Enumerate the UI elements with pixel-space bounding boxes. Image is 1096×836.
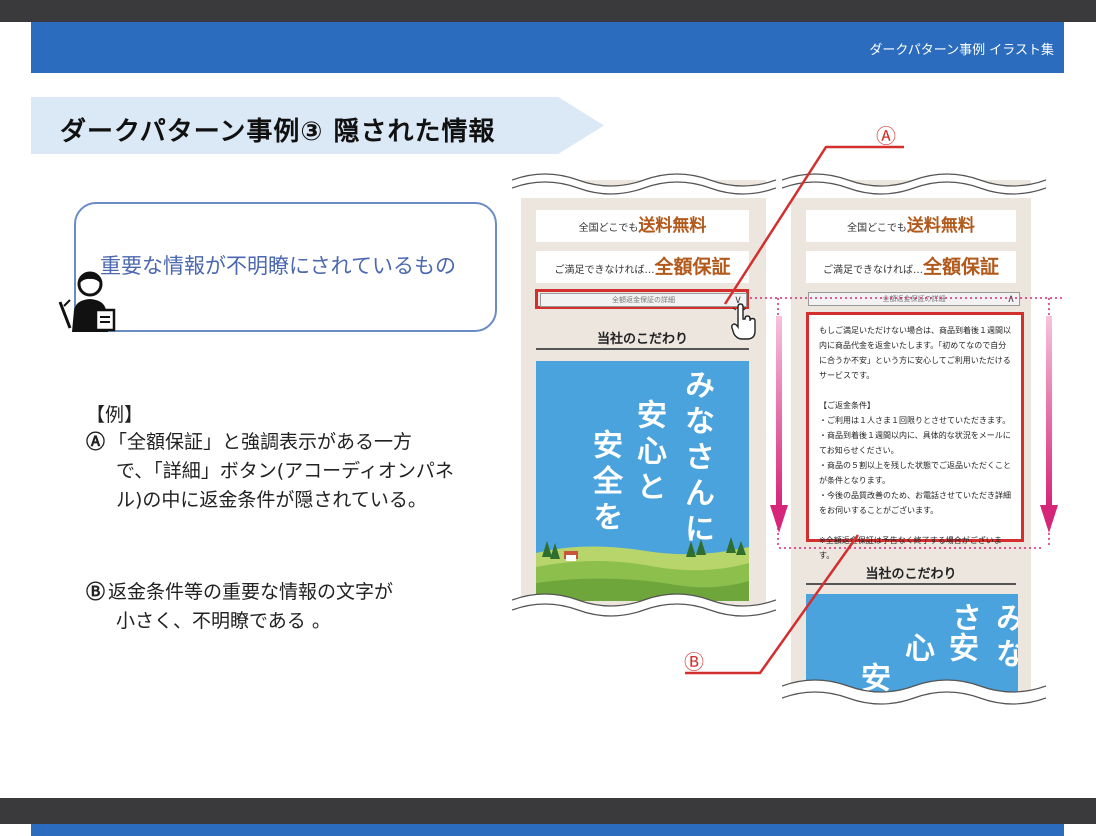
top-bar (0, 0, 1096, 22)
panel-line: に合うか不安」という方に安心してご利用いただける (819, 356, 1011, 365)
wave-top-left (512, 173, 776, 198)
guarantee-prefix: ご満足できなければ… (822, 265, 923, 276)
guarantee-banner: ご満足できなければ…全額保証 (536, 251, 749, 283)
accordion-toggle-left[interactable]: 全額返金保証の詳細 ∨ (540, 293, 747, 307)
person-icon (58, 271, 116, 332)
free-shipping-prefix: 全国どこでも (578, 223, 639, 234)
footer-blue-bar (31, 824, 1064, 836)
panel-line: サービスです。 (819, 371, 875, 380)
section-title-right: 当社のこだわり (806, 563, 1016, 585)
free-shipping-text: 送料無料 (638, 216, 707, 236)
example-item-b: Ⓑ 返金条件等の重要な情報の文字が 小さく、不明瞭である 。 (86, 578, 476, 636)
illustration-left: みなさんに 安心と 安全を (536, 361, 749, 601)
accordion-panel-highlight-b: もしご満足いただけない場合は、商品到着後１週間以 内に商品代金を返金いたします。「… (806, 312, 1024, 560)
panel-line: が条件となります。 (819, 476, 890, 485)
guarantee-prefix: ご満足できなければ… (554, 265, 655, 276)
header-label: ダークパターン事例 イラスト集 (869, 43, 1054, 58)
free-shipping-prefix: 全国どこでも (847, 223, 907, 234)
example-item-a: Ⓐ 「全額保証」と強調表示がある一方 で、「詳細」ボタン(アコーディオンパネル)の… (86, 428, 476, 515)
guarantee-text: 全額保証 (922, 256, 999, 278)
item-b-first-line: 返金条件等の重要な情報の文字が (108, 581, 394, 603)
wave-bottom-right (782, 679, 1046, 712)
wave-bottom-left (512, 593, 776, 624)
panel-line: ・ご利用は１人さま１回限りとさせていただきます。 (819, 416, 1011, 425)
free-shipping-text: 送料無料 (906, 216, 975, 236)
accordion-toggle-right[interactable]: 全額返金保証の詳細 ∧ (808, 292, 1020, 306)
accordion-label: 全額返金保証の詳細 (882, 295, 946, 303)
panel-line: ※全額返金保証は予告なく終了する場合がございます。 (819, 536, 1002, 560)
panel-line: をお伺いすることがございます。 (819, 506, 939, 515)
panel-line: 内に商品代金を返金いたします。「初めてなので自分 (819, 341, 1007, 350)
section-title-left: 当社のこだわり (536, 328, 749, 350)
accordion-panel-text: もしご満足いただけない場合は、商品到着後１週間以 内に商品代金を返金いたします。「… (819, 323, 1013, 563)
illust-text-col3: 安全を (587, 429, 622, 537)
guarantee-text: 全額保証 (654, 256, 731, 278)
accordion-label: 全額返金保証の詳細 (612, 296, 675, 304)
panel-line (819, 383, 1013, 398)
label-b: Ⓑ (684, 650, 704, 674)
panel-line: てお知らせください。 (819, 446, 899, 455)
item-b-text: 小さく、不明瞭である 。 (116, 610, 331, 632)
marker-b: Ⓑ (86, 581, 106, 603)
wave-top-right (782, 173, 1046, 198)
panel-line (819, 518, 1013, 533)
panel-line: 【ご返金条件】 (819, 401, 875, 410)
footer-bar (0, 798, 1096, 824)
illust-text-col1: みなさんに (679, 369, 714, 549)
label-a: Ⓐ (876, 124, 896, 148)
panel-line: ・今後の品質改善のため、お電話させていただき詳細 (819, 491, 1011, 500)
free-shipping-banner: 全国どこでも送料無料 (536, 210, 749, 242)
chevron-up-icon: ∧ (1006, 292, 1015, 305)
header-bar: ダークパターン事例 イラスト集 (31, 22, 1064, 73)
free-shipping-banner: 全国どこでも送料無料 (806, 210, 1016, 242)
item-a-first-line: 「全額保証」と強調表示がある一方 (108, 431, 413, 453)
guarantee-banner: ご満足できなければ…全額保証 (806, 251, 1016, 283)
marker-a: Ⓐ (86, 431, 106, 453)
panel-line: もしご満足いただけない場合は、商品到着後１週間以 (819, 326, 1011, 335)
illust-text-col2: 安心と (631, 399, 666, 507)
panel-line: ・商品到着後１週間以内に、具体的な状況をメールに (819, 431, 1011, 440)
definition-text: 重要な情報が不明瞭にされているもの (100, 254, 456, 278)
item-a-text: で、「詳細」ボタン(アコーディオンパネル)の中に返金条件が隠されている。 (116, 460, 454, 511)
panel-line: ・商品の５割以上を残した状態でご返品いただくこと (819, 461, 1011, 470)
example-heading: 【例】 (86, 404, 144, 426)
slide-title: ダークパターン事例③ 隠された情報 (60, 117, 496, 147)
